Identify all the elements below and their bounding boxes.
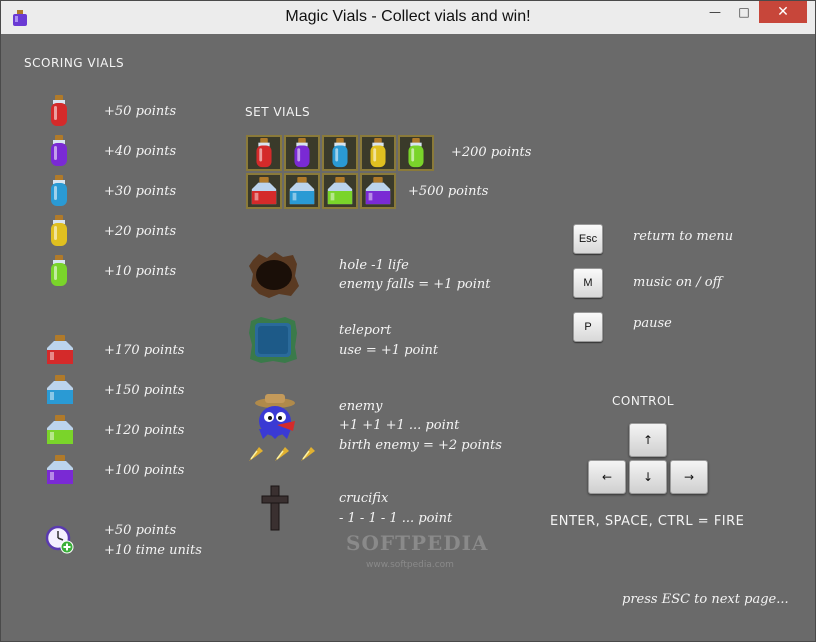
crucifix-icon	[261, 485, 289, 531]
set-large-vial-icon-3	[327, 176, 353, 205]
app-window: Magic Vials - Collect vials and win! — □…	[0, 0, 816, 642]
teleport-icon	[249, 317, 297, 363]
softpedia-watermark: SOFTPEDIA	[346, 531, 489, 555]
crucifix-description: - 1 - 1 - 1 ... point	[339, 511, 453, 526]
set-slot	[284, 135, 320, 171]
p-key-label: pause	[633, 316, 672, 331]
hole-label: hole -1 life	[339, 258, 409, 273]
set-slot	[246, 135, 282, 171]
right-arrow-key: →	[670, 460, 708, 494]
set-small-vial-icon-5	[408, 137, 424, 168]
esc-key: Esc	[573, 224, 603, 254]
enemy-birth-score: birth enemy = +2 points	[339, 438, 502, 453]
set-slot	[322, 135, 358, 171]
enemy-label: enemy	[339, 399, 383, 414]
large-vial-points: +100 points	[104, 463, 185, 478]
enemy-birth-icon-2	[275, 447, 289, 461]
set-small-vial-icon-3	[332, 137, 348, 168]
set-slot	[360, 135, 396, 171]
set-row-large-points: +500 points	[408, 184, 489, 199]
set-slot	[322, 173, 358, 209]
large-vial-icon-1	[47, 335, 73, 364]
enemy-birth-icon-1	[249, 447, 263, 461]
clock-points-label: +50 points	[104, 523, 177, 538]
maximize-button[interactable]: □	[730, 1, 758, 23]
up-arrow-key: ↑	[629, 423, 667, 457]
set-vials-header: SET VIALS	[245, 105, 311, 119]
clock-time-label: +10 time units	[104, 543, 202, 558]
large-vial-icon-4	[47, 455, 73, 484]
small-vial-points: +10 points	[104, 264, 177, 279]
large-vial-icon-2	[47, 375, 73, 404]
crucifix-label: crucifix	[339, 491, 389, 506]
set-small-vial-icon-1	[256, 137, 272, 168]
hole-description: enemy falls = +1 point	[339, 277, 491, 292]
small-vial-icon-5	[51, 255, 67, 286]
set-slot	[284, 173, 320, 209]
large-vial-points: +150 points	[104, 383, 185, 398]
minimize-button[interactable]: —	[701, 1, 729, 23]
set-row-small-points: +200 points	[451, 145, 532, 160]
set-small-vial-icon-4	[370, 137, 386, 168]
small-vial-icon-3	[51, 175, 67, 206]
teleport-label: teleport	[339, 323, 392, 338]
enemy-birth-icon-3	[301, 447, 315, 461]
small-vial-points: +20 points	[104, 224, 177, 239]
softpedia-url: www.softpedia.com	[366, 560, 454, 570]
title-bar[interactable]: Magic Vials - Collect vials and win! — □…	[1, 1, 815, 34]
enemy-icon	[255, 394, 295, 439]
teleport-description: use = +1 point	[339, 343, 439, 358]
hole-icon	[249, 252, 299, 298]
small-vial-points: +40 points	[104, 144, 177, 159]
small-vial-icon-2	[51, 135, 67, 166]
set-small-vial-icon-2	[294, 137, 310, 168]
esc-key-label: return to menu	[633, 229, 734, 244]
small-vial-icon-4	[51, 215, 67, 246]
down-arrow-key: ↓	[629, 460, 667, 494]
control-header: CONTROL	[612, 394, 675, 408]
scoring-vials-header: SCORING VIALS	[24, 56, 125, 70]
set-large-vial-icon-1	[251, 176, 277, 205]
large-vial-icon-3	[47, 415, 73, 444]
set-slot	[246, 173, 282, 209]
help-page: SCORING VIALS +50 points +40 points +30 po…	[9, 34, 809, 635]
set-slot	[398, 135, 434, 171]
set-large-vial-icon-2	[289, 176, 315, 205]
m-key: M	[573, 268, 603, 298]
clock-bonus-icon	[45, 525, 74, 554]
enemy-score: +1 +1 +1 ... point	[339, 418, 460, 433]
left-arrow-key: ←	[588, 460, 626, 494]
p-key: P	[573, 312, 603, 342]
large-vial-points: +170 points	[104, 343, 185, 358]
close-button[interactable]: ✕	[759, 1, 807, 23]
set-slot	[360, 173, 396, 209]
small-vial-points: +30 points	[104, 184, 177, 199]
large-vial-points: +120 points	[104, 423, 185, 438]
small-vial-icon-1	[51, 95, 67, 126]
m-key-label: music on / off	[633, 275, 722, 290]
set-large-vial-icon-4	[365, 176, 391, 205]
next-page-hint: press ESC to next page...	[622, 592, 789, 607]
window-title: Magic Vials - Collect vials and win!	[285, 8, 531, 25]
small-vial-points: +50 points	[104, 104, 177, 119]
fire-keys-label: ENTER, SPACE, CTRL = FIRE	[550, 514, 745, 529]
